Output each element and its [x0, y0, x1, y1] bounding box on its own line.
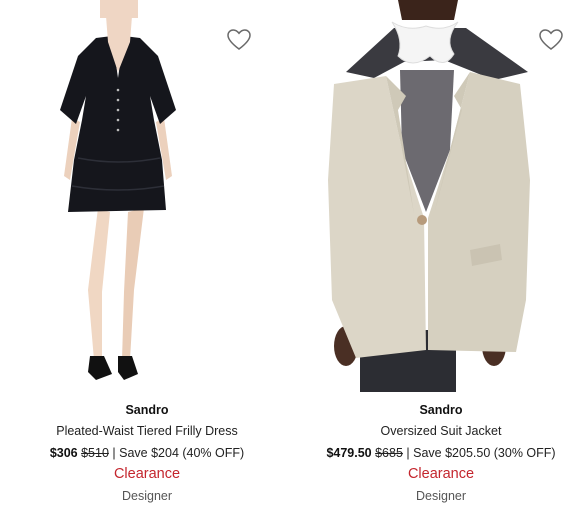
favorite-heart-icon[interactable]: [538, 28, 564, 52]
sale-price: $479.50: [326, 446, 372, 460]
product-card[interactable]: Sandro Oversized Suit Jacket $479.50 $68…: [294, 0, 588, 510]
product-price: $479.50 $685 | Save $205.50 (30% OFF): [294, 443, 588, 463]
product-brand[interactable]: Sandro: [294, 400, 588, 420]
savings-text: | Save $204 (40% OFF): [112, 446, 245, 460]
product-name[interactable]: Pleated-Waist Tiered Frilly Dress: [0, 421, 294, 441]
clearance-badge: Clearance: [113, 466, 181, 482]
product-category: Designer: [121, 489, 173, 503]
sale-price: $306: [49, 446, 78, 460]
product-image[interactable]: [294, 0, 588, 392]
product-name[interactable]: Oversized Suit Jacket: [294, 421, 588, 441]
product-info: Sandro Pleated-Waist Tiered Frilly Dress…: [0, 400, 294, 506]
product-category: Designer: [415, 489, 467, 503]
product-brand[interactable]: Sandro: [0, 400, 294, 420]
product-info: Sandro Oversized Suit Jacket $479.50 $68…: [294, 400, 588, 506]
clearance-badge: Clearance: [407, 466, 475, 482]
favorite-heart-icon[interactable]: [226, 28, 252, 52]
product-price: $306 $510 | Save $204 (40% OFF): [0, 443, 294, 463]
original-price: $510: [81, 446, 109, 460]
original-price: $685: [375, 446, 403, 460]
product-image[interactable]: [0, 0, 294, 392]
product-card[interactable]: Sandro Pleated-Waist Tiered Frilly Dress…: [0, 0, 294, 510]
savings-text: | Save $205.50 (30% OFF): [406, 446, 556, 460]
